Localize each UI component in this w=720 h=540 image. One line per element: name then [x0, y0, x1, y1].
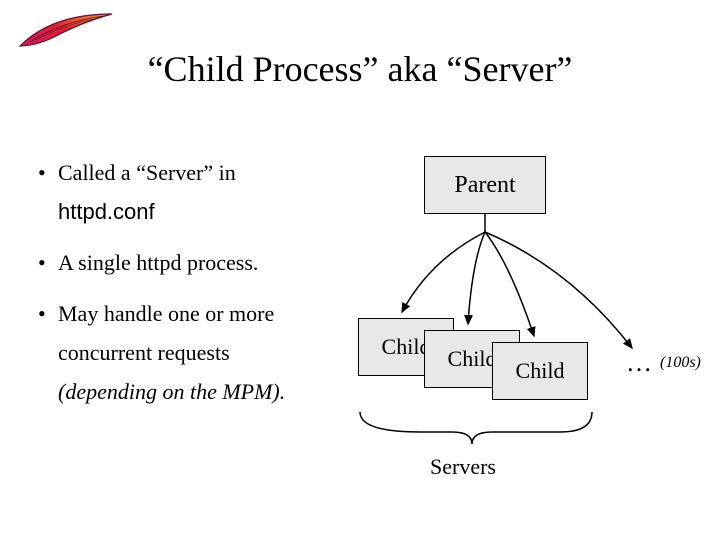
- bullet-item-2: A single httpd process.: [58, 246, 358, 279]
- diagram-ellipsis: …: [626, 348, 652, 378]
- bullet-2-text: A single httpd process.: [58, 250, 258, 275]
- bullet-1-text: Called a “Server” in: [58, 160, 236, 185]
- bullet-3-line2: concurrent requests: [58, 336, 358, 369]
- slide-title: “Child Process” aka “Server”: [0, 48, 720, 90]
- diagram-hundreds-label: (100s): [660, 354, 701, 372]
- diagram-parent-box: Parent: [424, 156, 546, 214]
- bullet-list: Called a “Server” in httpd.conf A single…: [58, 156, 358, 426]
- bullet-item-3: May handle one or more concurrent reques…: [58, 297, 358, 408]
- bullet-3-line1: May handle one or more: [58, 301, 274, 326]
- bullet-3-line3: (depending on the MPM).: [58, 375, 358, 408]
- diagram-servers-label: Servers: [430, 454, 496, 480]
- bullet-1-code: httpd.conf: [58, 195, 358, 228]
- slide: “Child Process” aka “Server” Called a “S…: [0, 0, 720, 540]
- diagram-child-box-3: Child: [492, 342, 588, 400]
- bullet-item-1: Called a “Server” in httpd.conf: [58, 156, 358, 228]
